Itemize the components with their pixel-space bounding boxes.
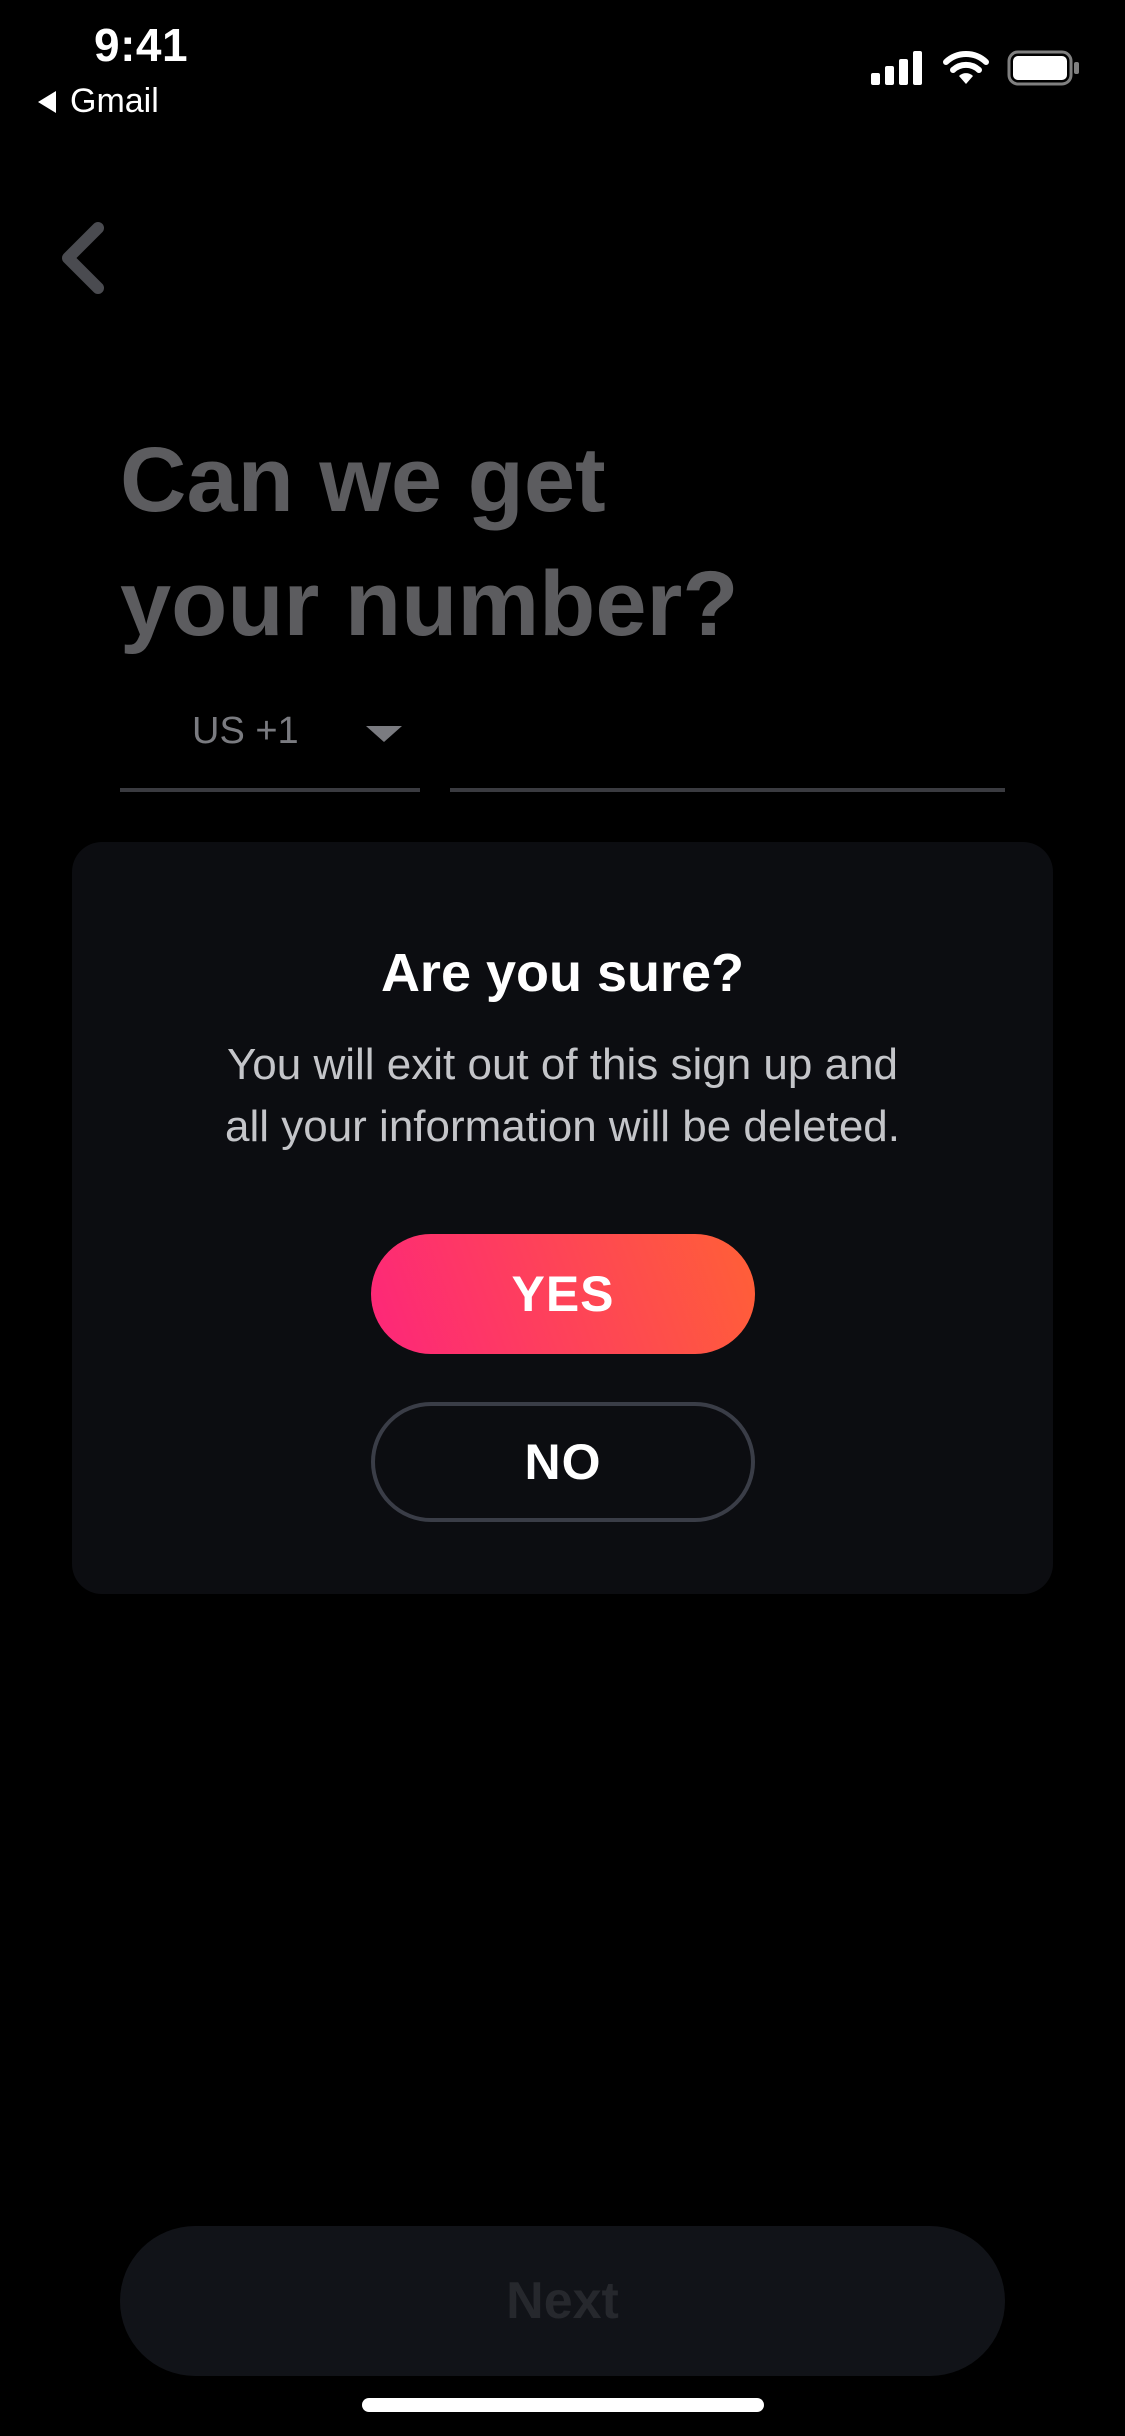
back-to-app-link[interactable]: Gmail xyxy=(38,82,159,121)
dialog-title: Are you sure? xyxy=(380,943,745,1003)
page-title-line-1: Can we get xyxy=(120,429,606,531)
status-time: 9:41 xyxy=(94,19,189,71)
country-code-select[interactable]: US +1 xyxy=(120,700,420,792)
back-triangle-icon xyxy=(38,90,56,113)
battery-icon xyxy=(1007,50,1079,86)
home-indicator[interactable] xyxy=(362,2398,764,2412)
signal-icon xyxy=(871,51,922,85)
phone-number-input[interactable] xyxy=(450,700,1005,792)
no-button[interactable]: NO xyxy=(371,1402,755,1522)
next-button[interactable]: Next xyxy=(120,2226,1005,2376)
country-code-value: US +1 xyxy=(192,710,299,752)
back-app-label: Gmail xyxy=(70,82,159,120)
yes-button[interactable]: YES xyxy=(371,1234,755,1354)
chevron-down-icon xyxy=(366,726,402,742)
page-title: Can we get your number? xyxy=(120,418,1020,666)
status-icons xyxy=(871,50,1081,86)
wifi-icon xyxy=(943,51,989,84)
page-title-line-2: your number? xyxy=(120,553,739,655)
dialog-message: You will exit out of this sign up and al… xyxy=(132,1034,993,1158)
dialog-message-line-1: You will exit out of this sign up and xyxy=(226,1040,899,1089)
chevron-left-icon[interactable] xyxy=(56,218,116,298)
dialog-message-line-2: all your information will be deleted. xyxy=(224,1102,901,1151)
confirm-exit-dialog: Are you sure? You will exit out of this … xyxy=(72,842,1053,1594)
